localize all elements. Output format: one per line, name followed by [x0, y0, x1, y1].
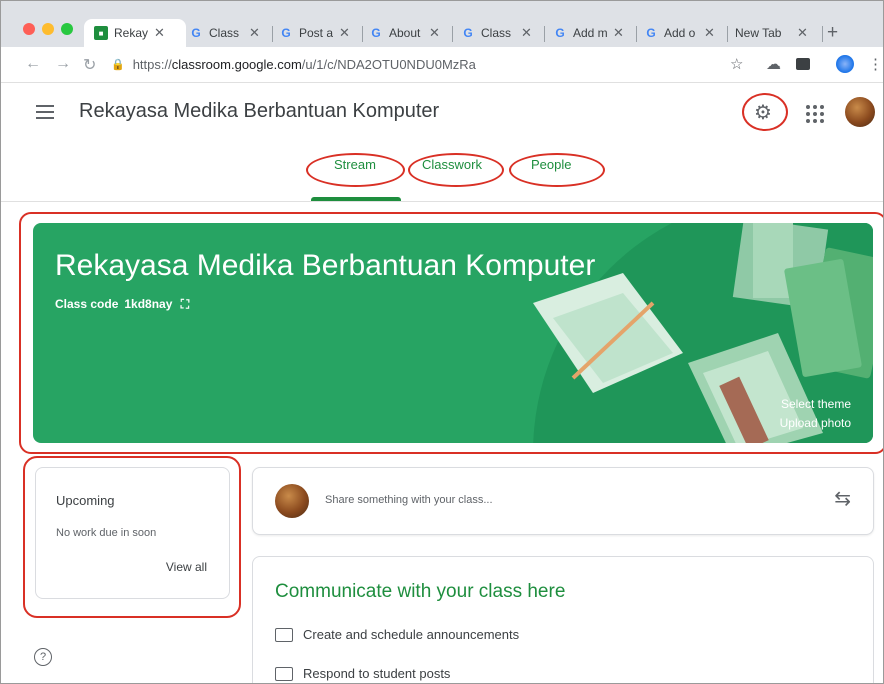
class-code-label: Class code: [55, 297, 119, 311]
browser-window: ■ Rekaya ✕ G Class ✕ G Post a ✕ G About …: [0, 0, 884, 684]
url-prefix: https://: [132, 56, 172, 72]
browser-toolbar: ← → ↻ 🔒 https://classroom.google.com/u/1…: [1, 47, 883, 83]
forward-icon[interactable]: →: [55, 55, 71, 73]
tab-divider: [727, 26, 728, 42]
tab-title: About: [389, 26, 421, 40]
window-controls: [23, 23, 73, 35]
tab-strip: ■ Rekaya ✕ G Class ✕ G Post a ✕ G About …: [1, 1, 883, 47]
browser-menu-icon[interactable]: ⋮: [868, 55, 883, 73]
google-icon: G: [646, 26, 656, 40]
announcement-icon: [275, 627, 293, 642]
google-icon: G: [371, 26, 381, 40]
class-code-value: 1kd8nay: [124, 297, 173, 311]
reload-icon[interactable]: ↻: [83, 55, 96, 75]
list-item: Respond to student posts: [275, 666, 450, 681]
profile-avatar[interactable]: [836, 55, 854, 73]
new-tab-button[interactable]: +: [827, 22, 838, 44]
close-icon[interactable]: ✕: [704, 25, 715, 41]
extension-cloud-icon[interactable]: ☁: [766, 55, 781, 73]
list-item-label: Respond to student posts: [303, 666, 451, 681]
share-box[interactable]: Share something with your class... ⇆: [252, 467, 874, 535]
highlight-gear: [742, 93, 788, 131]
browser-tab[interactable]: G Add o ✕: [638, 19, 728, 47]
tab-title: Add o: [664, 26, 696, 40]
google-icon: G: [281, 26, 291, 40]
upcoming-empty-text: No work due in soon: [56, 527, 157, 539]
highlight-people: [509, 153, 605, 187]
google-icon: G: [463, 26, 473, 40]
posts-icon: [275, 666, 293, 681]
close-icon[interactable]: ✕: [613, 25, 624, 41]
list-item: Create and schedule announcements: [275, 627, 519, 642]
address-bar[interactable]: 🔒 https://classroom.google.com/u/1/c/NDA…: [111, 53, 713, 75]
tab-title: New Tab: [735, 26, 782, 40]
browser-tab[interactable]: ■ Rekaya ✕: [84, 19, 186, 47]
maximize-window-button[interactable]: [61, 23, 73, 35]
repost-icon[interactable]: ⇆: [834, 486, 851, 511]
close-icon[interactable]: ✕: [429, 25, 440, 41]
apps-grid-icon[interactable]: [806, 105, 824, 123]
banner-actions: Select theme Upload photo: [780, 395, 851, 433]
upload-photo-link[interactable]: Upload photo: [780, 414, 851, 433]
tab-title: Class: [481, 26, 512, 40]
google-icon: G: [555, 26, 565, 40]
highlight-classwork: [408, 153, 504, 187]
tab-divider: [452, 26, 453, 42]
tab-divider: [822, 26, 823, 42]
upcoming-heading: Upcoming: [56, 493, 115, 508]
browser-tab[interactable]: New Tab ✕: [729, 19, 823, 47]
browser-tab[interactable]: G Add m ✕: [547, 19, 637, 47]
user-avatar[interactable]: [845, 97, 875, 127]
view-all-link[interactable]: View all: [166, 560, 207, 574]
upcoming-card: Upcoming No work due in soon View all: [35, 467, 230, 599]
class-title[interactable]: Rekayasa Medika Berbantuan Komputer: [79, 100, 439, 123]
banner-title: Rekayasa Medika Berbantuan Komputer: [55, 249, 596, 282]
browser-tab[interactable]: G Post a ✕: [273, 19, 363, 47]
url-host: classroom.google.com: [171, 56, 302, 72]
share-placeholder[interactable]: Share something with your class...: [325, 494, 493, 506]
select-theme-link[interactable]: Select theme: [780, 395, 851, 414]
browser-tab[interactable]: G Class ✕: [455, 19, 545, 47]
tab-title: Class: [209, 26, 240, 40]
minimize-window-button[interactable]: [42, 23, 54, 35]
back-icon[interactable]: ←: [25, 55, 41, 73]
active-tab-indicator: [311, 197, 401, 201]
close-icon[interactable]: ✕: [339, 25, 350, 41]
lock-icon: 🔒: [111, 58, 125, 71]
browser-tab[interactable]: G Class ✕: [183, 19, 273, 47]
list-item-label: Create and schedule announcements: [303, 627, 520, 642]
tab-title: Post a: [299, 26, 333, 40]
google-icon: G: [191, 26, 201, 40]
extension-icon[interactable]: [796, 58, 810, 70]
close-icon[interactable]: ✕: [521, 25, 532, 41]
url-path: /u/1/c/NDA2OTU0NDU0MzRa: [301, 56, 476, 72]
close-icon[interactable]: ✕: [249, 25, 260, 41]
app-header: Rekayasa Medika Berbantuan Komputer ⚙ St…: [1, 83, 883, 202]
classroom-icon: ■: [94, 26, 108, 40]
fullscreen-icon[interactable]: ⛶: [181, 297, 189, 311]
tab-title: Add m: [573, 26, 607, 40]
user-avatar: [275, 484, 309, 518]
close-icon[interactable]: ✕: [154, 25, 165, 41]
help-icon[interactable]: ?: [34, 648, 52, 666]
communicate-heading: Communicate with your class here: [275, 581, 566, 602]
tab-title: Rekaya: [114, 26, 148, 40]
class-code: Class code 1kd8nay ⛶: [55, 297, 189, 312]
highlight-stream: [306, 153, 405, 187]
tab-divider: [544, 26, 545, 42]
bookmark-star-icon[interactable]: ☆: [730, 55, 743, 73]
tab-divider: [636, 26, 637, 42]
close-icon[interactable]: ✕: [797, 25, 808, 41]
main-menu-icon[interactable]: [36, 105, 54, 123]
communicate-card: Communicate with your class here Create …: [252, 556, 874, 683]
close-window-button[interactable]: [23, 23, 35, 35]
class-banner: Rekayasa Medika Berbantuan Komputer Clas…: [33, 223, 873, 443]
browser-tab[interactable]: G About ✕: [363, 19, 453, 47]
